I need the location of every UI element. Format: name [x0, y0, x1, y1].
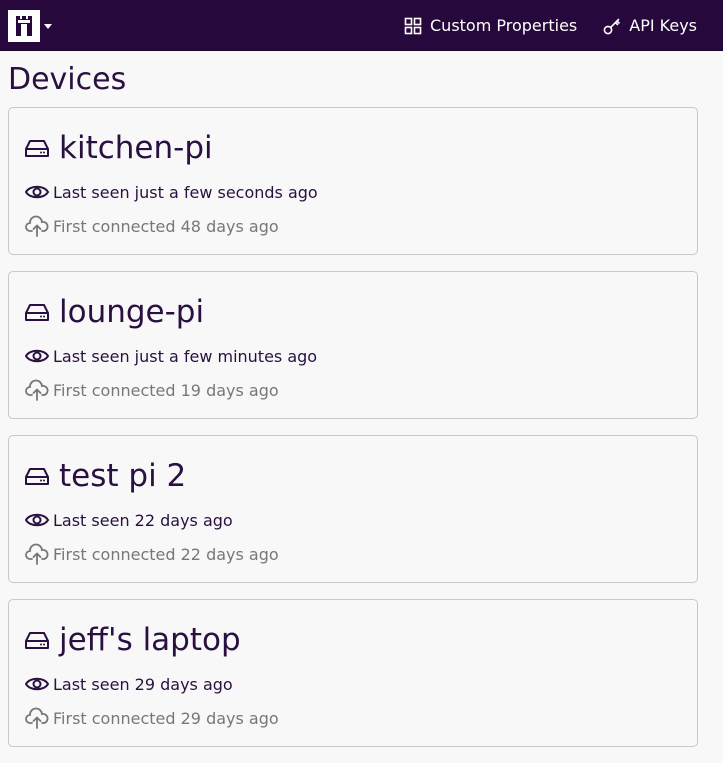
last-seen-row: Last seen 22 days ago	[25, 510, 233, 530]
device-header: lounge-pi	[25, 290, 204, 334]
cloud-upload-icon	[25, 707, 49, 729]
device-name: test pi 2	[59, 458, 187, 494]
device-name: jeff's laptop	[59, 622, 241, 658]
first-connected-text: First connected 22 days ago	[53, 544, 279, 564]
api-keys-label: API Keys	[629, 16, 697, 35]
first-connected-row: First connected 19 days ago	[25, 379, 279, 401]
last-seen-text: Last seen 22 days ago	[53, 510, 233, 530]
hard-drive-icon	[25, 304, 49, 321]
cloud-upload-icon	[25, 215, 49, 237]
first-connected-text: First connected 19 days ago	[53, 380, 279, 400]
page-title: Devices	[8, 62, 127, 97]
first-connected-row: First connected 22 days ago	[25, 543, 279, 565]
first-connected-text: First connected 48 days ago	[53, 216, 279, 236]
top-navbar: Custom Properties API Keys	[0, 0, 723, 51]
cloud-upload-icon	[25, 543, 49, 565]
nav-links: Custom Properties API Keys	[378, 0, 697, 51]
castle-logo-icon	[8, 10, 40, 42]
cloud-upload-icon	[25, 379, 49, 401]
hard-drive-icon	[25, 468, 49, 485]
first-connected-row: First connected 48 days ago	[25, 215, 279, 237]
device-name: lounge-pi	[59, 294, 205, 330]
last-seen-text: Last seen just a few minutes ago	[53, 346, 318, 366]
last-seen-row: Last seen just a few minutes ago	[25, 346, 317, 366]
last-seen-text: Last seen just a few seconds ago	[53, 182, 318, 202]
device-header: test pi 2	[25, 454, 186, 498]
device-card[interactable]: lounge-pi Last seen just a few minutes a…	[8, 271, 698, 419]
custom-properties-label: Custom Properties	[430, 16, 578, 35]
last-seen-row: Last seen just a few seconds ago	[25, 182, 318, 202]
hard-drive-icon	[25, 632, 49, 649]
device-name: kitchen-pi	[59, 130, 213, 166]
api-keys-link[interactable]: API Keys	[603, 16, 697, 35]
eye-icon	[25, 513, 49, 527]
device-card[interactable]: kitchen-pi Last seen just a few seconds …	[8, 107, 698, 255]
hard-drive-icon	[25, 140, 49, 157]
custom-properties-link[interactable]: Custom Properties	[404, 16, 577, 35]
device-card[interactable]: test pi 2 Last seen 22 days ago First co…	[8, 435, 698, 583]
brand-menu[interactable]	[8, 10, 52, 42]
eye-icon	[25, 185, 49, 199]
first-connected-row: First connected 29 days ago	[25, 707, 279, 729]
device-list: kitchen-pi Last seen just a few seconds …	[8, 107, 698, 763]
last-seen-row: Last seen 29 days ago	[25, 674, 233, 694]
key-icon	[603, 18, 621, 34]
chevron-down-icon	[44, 23, 52, 29]
device-header: kitchen-pi	[25, 126, 213, 170]
first-connected-text: First connected 29 days ago	[53, 708, 279, 728]
eye-icon	[25, 677, 49, 691]
device-card[interactable]: jeff's laptop Last seen 29 days ago Firs…	[8, 599, 698, 747]
eye-icon	[25, 349, 49, 363]
last-seen-text: Last seen 29 days ago	[53, 674, 233, 694]
grid-icon	[404, 17, 422, 34]
device-header: jeff's laptop	[25, 618, 241, 662]
